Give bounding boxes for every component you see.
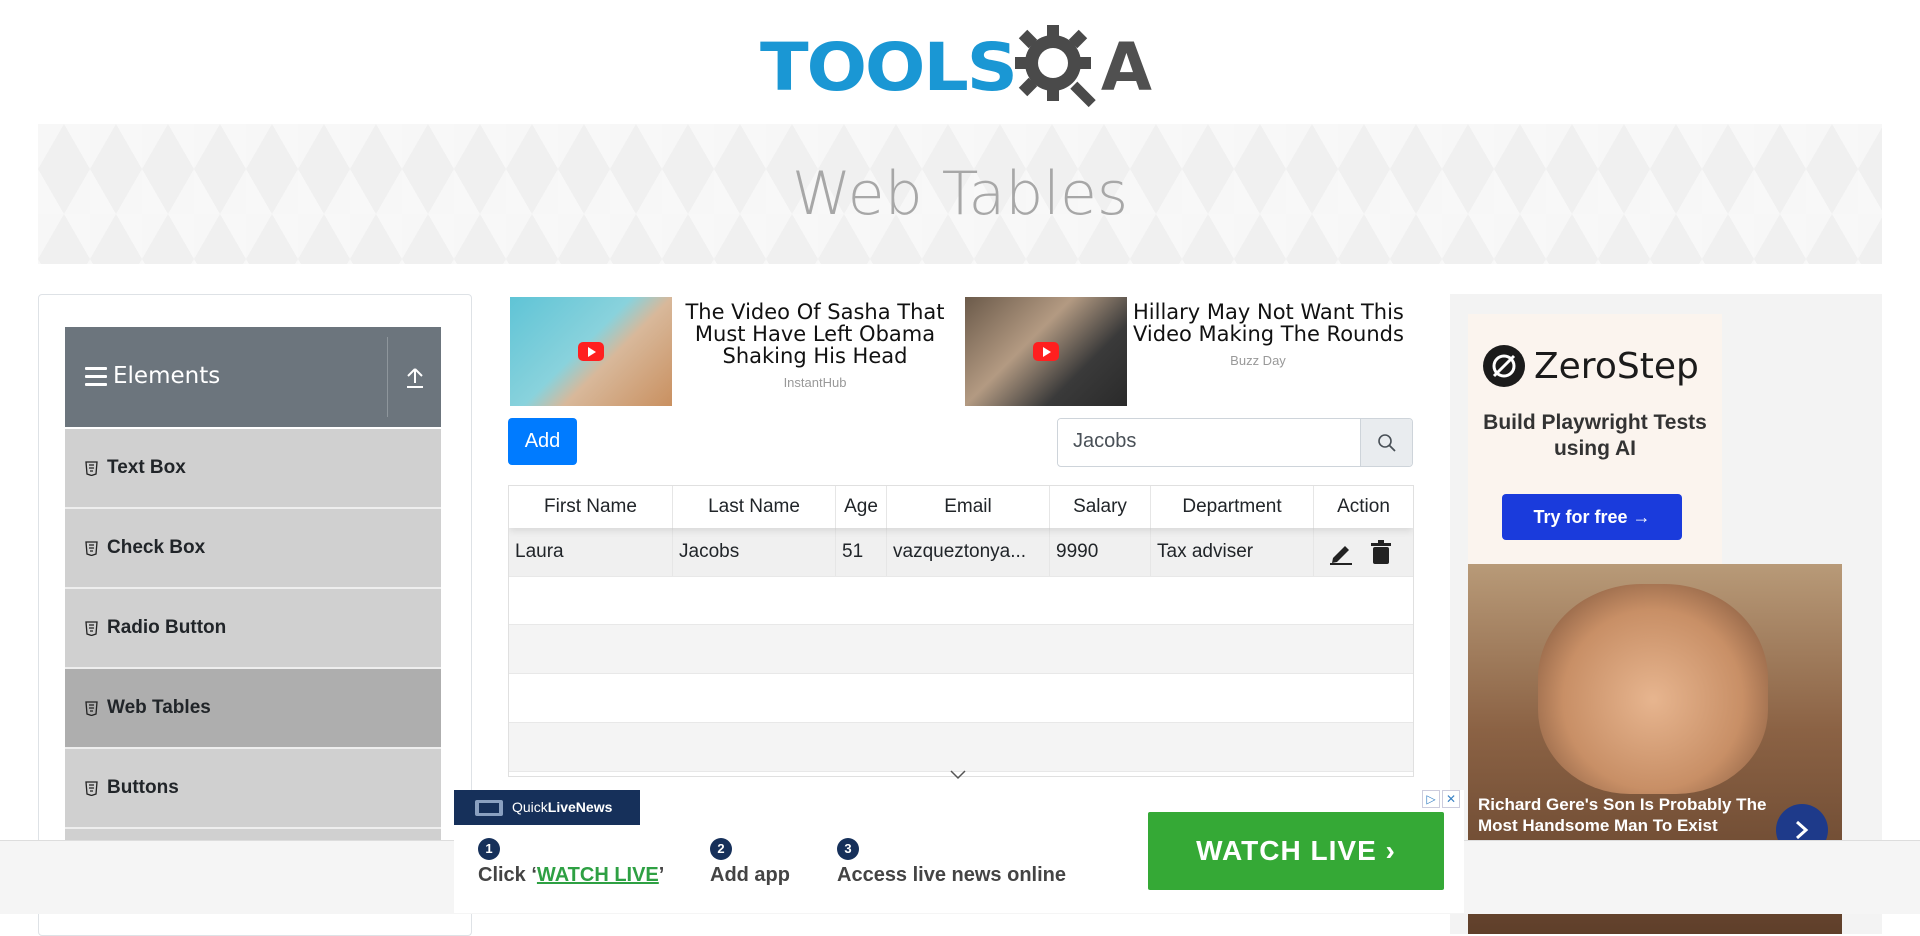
- play-icon: [578, 342, 604, 361]
- html5-icon: [85, 780, 98, 796]
- elements-group-header[interactable]: Elements: [65, 327, 441, 427]
- table-header: First Name Last Name Age Email Salary De…: [509, 486, 1413, 528]
- chevron-right-icon: [1796, 820, 1809, 840]
- table-row-empty: [509, 625, 1413, 674]
- ad-portrait-image: [1538, 584, 1768, 794]
- close-icon[interactable]: ✕: [1442, 790, 1460, 808]
- try-for-free-button[interactable]: Try for free →: [1502, 494, 1682, 540]
- html5-icon: [85, 700, 98, 716]
- logo-suffix: A: [1100, 28, 1152, 106]
- sidebar-item-check-box[interactable]: Check Box: [65, 509, 441, 589]
- search-icon: [1378, 433, 1396, 452]
- play-icon: [1033, 342, 1059, 361]
- column-header[interactable]: Action: [1314, 486, 1413, 528]
- cell-email: vazqueztonya...: [887, 528, 1050, 576]
- column-header[interactable]: Email: [887, 486, 1050, 528]
- delete-icon[interactable]: [1370, 540, 1392, 564]
- ad-title[interactable]: The Video Of Sasha That Must Have Left O…: [682, 301, 948, 367]
- cell-age: 51: [836, 528, 887, 576]
- step-text-pre: Click ‘: [478, 864, 537, 886]
- web-table: First Name Last Name Age Email Salary De…: [508, 485, 1414, 777]
- zerostep-ad[interactable]: ZeroStep Build Playwright Tests using AI…: [1468, 314, 1722, 566]
- table-row: Laura Jacobs 51 vazqueztonya... 9990 Tax…: [509, 528, 1413, 577]
- sidebar-item-radio-button[interactable]: Radio Button: [65, 589, 441, 669]
- column-header[interactable]: Age: [836, 486, 887, 528]
- watch-live-link[interactable]: WATCH LIVE: [537, 864, 659, 886]
- cell-salary: 9990: [1050, 528, 1151, 576]
- sidebar-item-label: Check Box: [107, 537, 206, 558]
- page-banner: Web Tables: [38, 124, 1882, 264]
- brand-prefix: Quick: [512, 799, 548, 815]
- right-ad-panel: ZeroStep Build Playwright Tests using AI…: [1450, 294, 1882, 934]
- add-button[interactable]: Add: [508, 418, 577, 465]
- quicklivenews-brand: QuickLiveNews: [454, 790, 640, 825]
- sidebar-item-label: Buttons: [107, 777, 179, 798]
- search-box: [1057, 418, 1413, 467]
- cell-first-name: Laura: [509, 528, 673, 576]
- logo-text: TOOLS: [760, 28, 1018, 106]
- ad-source: InstantHub: [783, 375, 847, 390]
- ad-caption: Richard Gere's Son Is Probably The Most …: [1478, 795, 1767, 835]
- search-input[interactable]: [1058, 419, 1356, 464]
- chevron-down-icon[interactable]: [950, 770, 966, 780]
- sidebar-item-web-tables[interactable]: Web Tables: [65, 669, 441, 749]
- cell-action: [1314, 528, 1413, 576]
- sidebar-item-label: Web Tables: [107, 697, 211, 718]
- cell-last-name: Jacobs: [673, 528, 836, 576]
- step-2: 2 Add app: [710, 838, 790, 887]
- edit-icon[interactable]: [1328, 541, 1354, 565]
- step-text-post: ’: [658, 864, 665, 886]
- step-1: 1 Click ‘WATCH LIVE’: [478, 838, 664, 887]
- step-number: 2: [710, 838, 732, 860]
- sponsored-ad[interactable]: The Video Of Sasha That Must Have Left O…: [510, 297, 945, 407]
- page-title: Web Tables: [791, 159, 1129, 229]
- toolsqa-logo[interactable]: TOOLS A: [760, 20, 1152, 114]
- brand-bold: LiveNews: [547, 799, 613, 815]
- html5-icon: [85, 540, 98, 556]
- step-number: 3: [837, 838, 859, 860]
- zerostep-logo-icon: [1483, 345, 1525, 387]
- sidebar-item-label: Radio Button: [107, 617, 227, 638]
- zerostep-brand: ZeroStep: [1534, 345, 1699, 387]
- sidebar-item-text-box[interactable]: Text Box: [65, 429, 441, 509]
- bottom-ad[interactable]: QuickLiveNews ▷ ✕ 1 Click ‘WATCH LIVE’ 2…: [454, 790, 1464, 913]
- search-button[interactable]: [1360, 419, 1412, 466]
- step-number: 1: [478, 838, 500, 860]
- tv-icon: [475, 800, 503, 816]
- ad-title[interactable]: Hillary May Not Want This Video Making T…: [1133, 301, 1409, 345]
- cell-department: Tax adviser: [1151, 528, 1314, 576]
- column-header[interactable]: Salary: [1050, 486, 1151, 528]
- divider: [387, 337, 388, 417]
- zerostep-logo: ZeroStep: [1482, 344, 1699, 388]
- table-row-empty: [509, 674, 1413, 723]
- column-header[interactable]: Department: [1151, 486, 1314, 528]
- group-title: Elements: [113, 363, 221, 389]
- column-header[interactable]: Last Name: [673, 486, 836, 528]
- step-text: Access live news online: [837, 864, 1066, 886]
- step-text: Add app: [710, 864, 790, 886]
- html5-icon: [85, 620, 98, 636]
- sponsored-ad[interactable]: Hillary May Not Want This Video Making T…: [965, 297, 1410, 407]
- adchoices-icon[interactable]: ▷: [1422, 790, 1440, 808]
- sidebar-item-buttons[interactable]: Buttons: [65, 749, 441, 829]
- gear-magnifier-icon: [1014, 25, 1096, 108]
- table-row-empty: [509, 576, 1413, 625]
- sidebar-item-label: Text Box: [107, 457, 186, 478]
- step-3: 3 Access live news online: [837, 838, 1066, 887]
- ad-choices[interactable]: ▷ ✕: [1422, 790, 1460, 808]
- collapse-arrow-icon[interactable]: [405, 367, 425, 389]
- zerostep-headline: Build Playwright Tests using AI: [1483, 411, 1707, 460]
- watch-live-button[interactable]: WATCH LIVE ›: [1148, 812, 1444, 890]
- hamburger-icon: [85, 367, 107, 391]
- column-header[interactable]: First Name: [509, 486, 673, 528]
- html5-icon: [85, 460, 98, 476]
- ad-source: Buzz Day: [1230, 353, 1286, 368]
- table-row-empty: [509, 723, 1413, 772]
